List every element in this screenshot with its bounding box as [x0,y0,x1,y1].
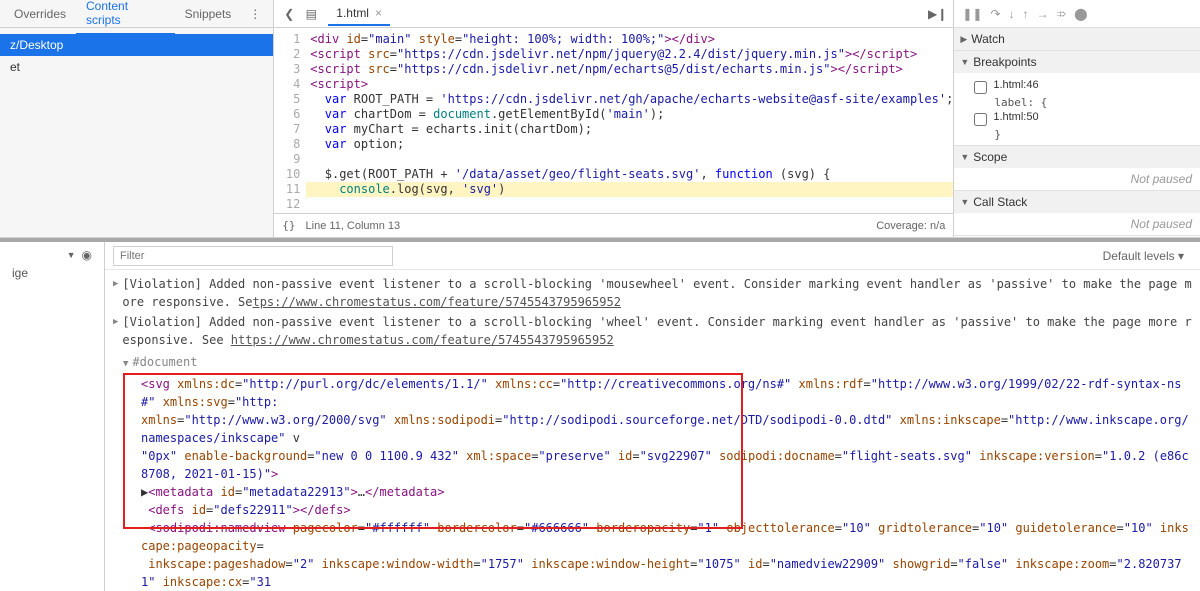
editor-tab-label: 1.html [336,6,369,20]
more-menu-icon[interactable]: ⋮ [241,3,269,25]
editor-statusbar: {} Line 11, Column 13 Coverage: n/a [274,213,953,237]
play-icon[interactable]: ▶❙ [928,7,947,21]
close-icon[interactable]: × [375,6,382,20]
filter-input[interactable] [113,246,393,266]
link[interactable]: tps://www.chromestatus.com/feature/57455… [252,295,620,309]
tab-overrides[interactable]: Overrides [4,1,76,27]
document-node[interactable]: ▼#document [123,350,1192,375]
callstack-label: Call Stack [973,195,1027,209]
editor-tabbar: ❮ ▤ 1.html × ▶❙ [274,0,953,28]
console-main: Default levels ▾ ▶[Violation] Added non-… [105,242,1200,591]
breakpoint-snippet: } [994,128,1194,141]
step-over-icon[interactable]: ↷ [990,7,1000,21]
watch-section[interactable]: ▶Watch [954,28,1200,51]
callstack-not-paused: Not paused [954,213,1200,235]
step-icon[interactable]: → [1037,7,1049,21]
breakpoints-header[interactable]: ▼Breakpoints [954,51,1200,73]
scope-not-paused: Not paused [954,168,1200,190]
editor-tab[interactable]: 1.html × [328,2,390,26]
step-into-icon[interactable]: ↓ [1009,7,1015,21]
breakpoint-item[interactable]: 1.html:50 [974,109,1194,128]
code-body[interactable]: <div id="main" style="height: 100%; widt… [306,28,953,213]
breakpoint-checkbox[interactable] [974,113,987,126]
log-level-select[interactable]: Default levels ▾ [1095,246,1192,266]
tree-item[interactable]: et [0,56,273,78]
code-editor[interactable]: 12345678910111213 <div id="main" style="… [274,28,953,213]
breakpoint-file: 1.html:46 [993,79,1038,91]
callstack-section[interactable]: ▼Call Stack Not paused [954,191,1200,236]
breakpoint-checkbox[interactable] [974,81,987,94]
console-messages[interactable]: ▶[Violation] Added non-passive event lis… [105,270,1200,591]
breakpoint-item[interactable]: 1.html:46 [974,77,1194,96]
navigator-panel: Overrides Content scripts Snippets ⋮ z/D… [0,0,274,237]
nav-list-icon[interactable]: ▤ [302,5,320,23]
pause-icon[interactable]: ❚❚ [962,7,982,21]
pause-on-exception-icon[interactable]: ⬤ [1074,7,1087,21]
breakpoint-snippet: label: { [994,96,1194,109]
svg-source[interactable]: <svg xmlns:dc="http://purl.org/dc/elemen… [123,375,1192,591]
chevron-down-icon[interactable]: ▼ [67,250,76,260]
line-gutter: 12345678910111213 [274,28,306,213]
nav-back-icon[interactable]: ❮ [280,5,298,23]
eye-icon[interactable]: ◉ [82,248,92,262]
nav-tabs: Overrides Content scripts Snippets ⋮ [0,0,273,28]
scope-label: Scope [973,150,1007,164]
debugger-pane: ❚❚ ↷ ↓ ↑ → ⤃ ⬤ ▶Watch ▼Breakpoints 1.htm… [954,0,1200,237]
debug-toolbar: ❚❚ ↷ ↓ ↑ → ⤃ ⬤ [954,0,1200,28]
breakpoints-section: ▼Breakpoints 1.html:46 label: { 1.html:5… [954,51,1200,146]
console-toolbar: Default levels ▾ [105,242,1200,270]
tree-item[interactable]: z/Desktop [0,34,273,56]
console-message[interactable]: ▶[Violation] Added non-passive event lis… [113,274,1192,312]
sidebar-item[interactable]: ige [4,262,100,284]
scope-section[interactable]: ▼Scope Not paused [954,146,1200,191]
tab-snippets[interactable]: Snippets [175,1,242,27]
console-message[interactable]: ▶[Violation] Added non-passive event lis… [113,312,1192,350]
breakpoint-file: 1.html:50 [993,111,1038,123]
pretty-print-icon[interactable]: {} [282,219,295,232]
watch-label: Watch [971,32,1005,46]
editor-pane: ❮ ▤ 1.html × ▶❙ 12345678910111213 <div i… [274,0,954,237]
console-panel: ▼ ◉ ige Default levels ▾ ▶[Violation] Ad… [0,238,1200,591]
link[interactable]: https://www.chromestatus.com/feature/574… [231,333,614,347]
deactivate-breakpoints-icon[interactable]: ⤃ [1057,6,1067,21]
cursor-position: Line 11, Column 13 [306,220,401,232]
breakpoints-label: Breakpoints [973,55,1036,69]
step-out-icon[interactable]: ↑ [1023,7,1029,21]
coverage-status: Coverage: n/a [876,220,945,232]
console-sidebar: ▼ ◉ ige [0,242,105,591]
file-tree: z/Desktop et [0,28,273,84]
